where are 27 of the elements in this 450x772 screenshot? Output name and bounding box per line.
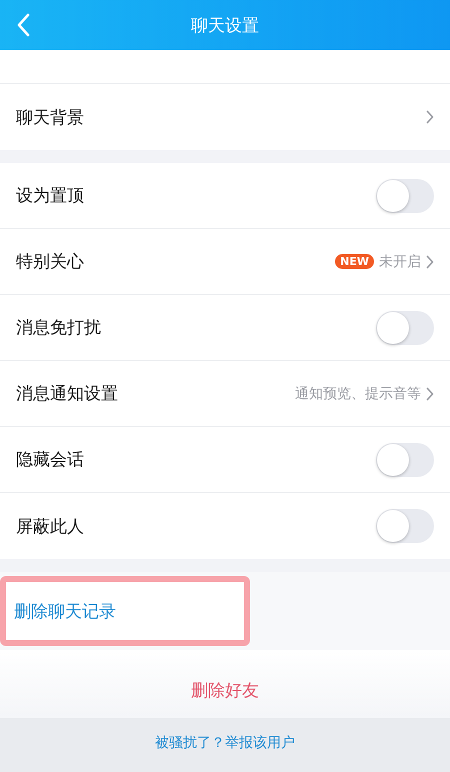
row-label: 隐藏会话 <box>16 449 84 471</box>
back-icon[interactable] <box>16 13 30 37</box>
row-label: 设为置顶 <box>16 185 84 207</box>
row-label: 聊天背景 <box>16 106 84 128</box>
chevron-icon <box>426 254 434 268</box>
toggle-switch[interactable] <box>376 509 434 543</box>
header-title: 聊天设置 <box>191 14 259 36</box>
chevron-icon <box>426 386 434 400</box>
delete-history-button[interactable]: 删除聊天记录 <box>0 576 250 646</box>
row-label: 屏蔽此人 <box>16 516 84 538</box>
settings-row[interactable]: 消息免打扰 <box>0 295 450 361</box>
toggle-switch[interactable] <box>376 442 434 476</box>
row-label: 消息通知设置 <box>16 383 118 405</box>
settings-row[interactable]: 屏蔽此人 <box>0 493 450 559</box>
row-label: 特别关心 <box>16 251 84 273</box>
settings-row[interactable]: 特别关心 NEW 未开启 <box>0 229 450 295</box>
row-label: 消息免打扰 <box>16 317 101 339</box>
settings-row[interactable]: 隐藏会话 <box>0 427 450 493</box>
chevron-icon <box>426 110 434 124</box>
settings-row[interactable]: 聊天背景 <box>0 84 450 150</box>
new-badge: NEW <box>335 254 374 269</box>
settings-row[interactable]: 设为置顶 <box>0 163 450 229</box>
toggle-switch[interactable] <box>376 178 434 212</box>
row-value: 未开启 <box>379 252 421 270</box>
row-value: 通知预览、提示音等 <box>295 384 421 402</box>
settings-row[interactable]: 消息通知设置 通知预览、提示音等 <box>0 361 450 427</box>
toggle-switch[interactable] <box>376 310 434 344</box>
